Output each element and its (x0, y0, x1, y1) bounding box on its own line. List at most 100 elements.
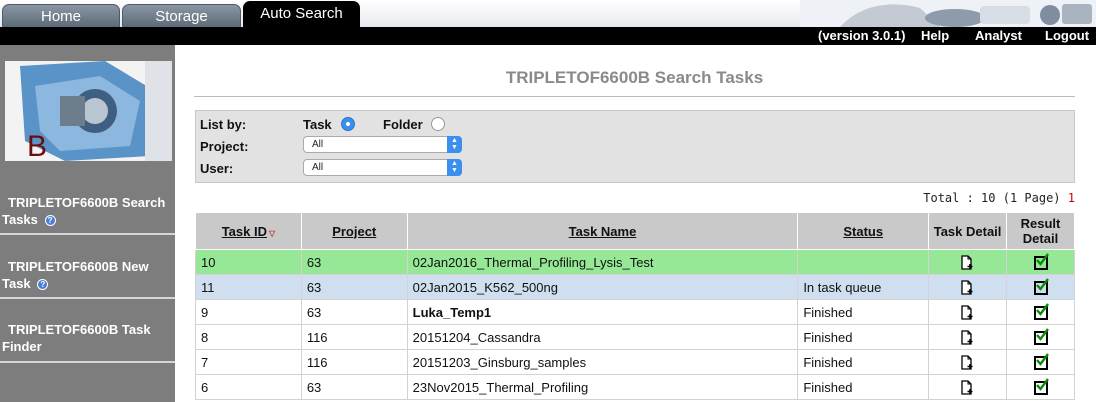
header-task-name-label[interactable]: Task Name (569, 224, 637, 239)
cell-result-detail (1006, 299, 1075, 325)
table-header-row: Task ID ▽ Project Task Name Status Task D… (195, 212, 1075, 250)
checkbox-checked-icon[interactable] (1033, 278, 1049, 295)
cell-task-detail (928, 249, 1008, 275)
document-add-icon[interactable] (961, 280, 974, 295)
cell-project: 63 (300, 274, 408, 300)
cell-project: 116 (300, 324, 408, 350)
analyst-link[interactable]: Analyst (975, 28, 1022, 44)
help-icon[interactable]: ? (44, 215, 56, 226)
cell-task-detail (928, 374, 1008, 400)
logo-letter: B (27, 130, 47, 161)
table-row[interactable]: 8 116 20151204_Cassandra Finished (195, 324, 1075, 350)
top-menu-bar: (version 3.0.1) Help Analyst Logout (0, 27, 1096, 45)
sidebar-item-task-finder[interactable]: TRIPLETOF6600B Task Finder (0, 321, 175, 355)
help-icon[interactable]: ? (37, 279, 49, 290)
tab-storage[interactable]: Storage (122, 4, 241, 27)
page-title: TRIPLETOF6600B Search Tasks (505, 68, 764, 87)
header-project[interactable]: Project (300, 212, 408, 250)
document-add-icon[interactable] (961, 330, 974, 345)
sidebar-item-label: TRIPLETOF6600B Task Finder (2, 322, 151, 354)
checkbox-checked-icon[interactable] (1033, 253, 1049, 270)
cell-project: 116 (300, 349, 408, 375)
help-link[interactable]: Help (921, 28, 949, 44)
tab-home[interactable]: Home (2, 4, 120, 27)
header-task-id[interactable]: Task ID ▽ (195, 212, 302, 250)
user-select[interactable]: All ▲ ▼ (303, 159, 462, 176)
cell-status: Finished (797, 349, 930, 375)
cell-task-id: 8 (195, 324, 302, 350)
table-row[interactable]: 9 63 Luka_Temp1 Finished (195, 299, 1075, 325)
cell-project: 63 (300, 249, 408, 275)
cell-result-detail (1006, 324, 1075, 350)
cell-status: Finished (797, 299, 930, 325)
cell-task-detail (928, 299, 1008, 325)
sidebar-item-search-tasks[interactable]: TRIPLETOF6600B Search Tasks ? (0, 194, 175, 228)
tab-auto-search[interactable]: Auto Search (243, 1, 360, 27)
checkbox-checked-icon[interactable] (1033, 353, 1049, 370)
checkbox-checked-icon[interactable] (1033, 328, 1049, 345)
filter-panel: List by: Task Folder Project: All ▲ ▼ Use… (195, 110, 1075, 183)
page-link-1[interactable]: 1 (1068, 191, 1075, 205)
task-table: Task ID ▽ Project Task Name Status Task D… (195, 212, 1075, 400)
list-by-label: List by: (200, 117, 247, 132)
folder-option-label: Folder (383, 117, 423, 132)
table-row[interactable]: 6 63 23Nov2015_Thermal_Profiling Finishe… (195, 374, 1075, 400)
select-arrows-icon: ▲ ▼ (447, 136, 462, 153)
cell-task-name: 20151204_Cassandra (406, 324, 799, 350)
cell-status: Finished (797, 374, 930, 400)
divider (0, 233, 175, 235)
cell-task-detail (928, 274, 1008, 300)
table-row[interactable]: 10 63 02Jan2016_Thermal_Profiling_Lysis_… (195, 249, 1075, 275)
cell-result-detail (1006, 349, 1075, 375)
project-label: Project: (200, 139, 249, 154)
header-result-label-2: Detail (1022, 231, 1059, 246)
header-status-label[interactable]: Status (843, 224, 883, 239)
header-result-detail: Result Detail (1006, 212, 1075, 250)
header-result-label-1: Result (1020, 216, 1061, 231)
document-add-icon[interactable] (961, 380, 974, 395)
cell-task-name: 02Jan2015_K562_500ng (406, 274, 799, 300)
header-task-name[interactable]: Task Name (406, 212, 799, 250)
folder-radio[interactable] (431, 117, 445, 131)
cell-task-detail (928, 324, 1008, 350)
task-radio[interactable] (341, 117, 355, 131)
instrument-image: B (5, 61, 172, 161)
cell-task-name: 02Jan2016_Thermal_Profiling_Lysis_Test (406, 249, 799, 275)
cell-task-id: 10 (195, 249, 302, 275)
cell-status: In task queue (797, 274, 930, 300)
table-row[interactable]: 11 63 02Jan2015_K562_500ng In task queue (195, 274, 1075, 300)
cell-task-id: 7 (195, 349, 302, 375)
document-add-icon[interactable] (961, 355, 974, 370)
checkbox-checked-icon[interactable] (1033, 303, 1049, 320)
cell-status (797, 249, 930, 275)
header-status[interactable]: Status (797, 212, 930, 250)
sidebar-item-new-task[interactable]: TRIPLETOF6600B New Task ? (0, 258, 175, 292)
sort-down-icon[interactable]: ▽ (269, 229, 275, 238)
header-task-id-label[interactable]: Task ID (222, 224, 267, 239)
document-add-icon[interactable] (961, 255, 974, 270)
cell-task-detail (928, 349, 1008, 375)
cell-task-id: 11 (195, 274, 302, 300)
cell-result-detail (1006, 374, 1075, 400)
header-project-label[interactable]: Project (332, 224, 376, 239)
divider (0, 297, 175, 299)
cell-status: Finished (797, 324, 930, 350)
total-text: Total : 10 (1 Page) (923, 191, 1061, 205)
select-arrows-icon: ▲ ▼ (447, 159, 462, 176)
project-select-value: All (312, 139, 324, 150)
divider (0, 361, 175, 363)
version-label: (version 3.0.1) (818, 28, 906, 43)
header-instrument-graphic (800, 0, 1096, 27)
user-select-value: All (312, 162, 324, 173)
cell-project: 63 (300, 299, 408, 325)
cell-task-name: Luka_Temp1 (406, 299, 799, 325)
cell-result-detail (1006, 249, 1075, 275)
checkbox-checked-icon[interactable] (1033, 378, 1049, 395)
project-select[interactable]: All ▲ ▼ (303, 136, 462, 153)
logout-link[interactable]: Logout (1045, 28, 1089, 44)
cell-task-id: 9 (195, 299, 302, 325)
sidebar-item-label: TRIPLETOF6600B New Task (2, 259, 149, 291)
cell-task-name: 23Nov2015_Thermal_Profiling (406, 374, 799, 400)
table-row[interactable]: 7 116 20151203_Ginsburg_samples Finished (195, 349, 1075, 375)
document-add-icon[interactable] (961, 305, 974, 320)
